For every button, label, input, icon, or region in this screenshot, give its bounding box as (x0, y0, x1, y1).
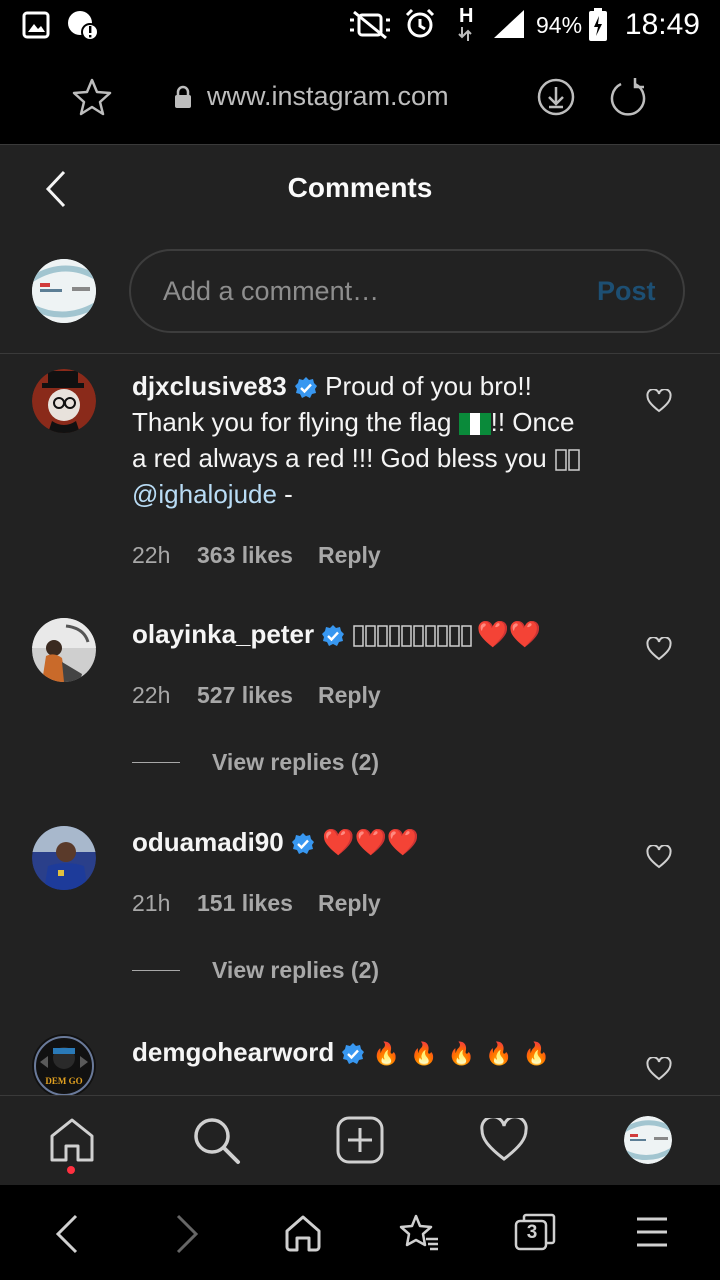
data-arrows-icon (458, 27, 472, 41)
comment-text: Thank you for flying the flag (132, 407, 452, 437)
comment-input-placeholder: Add a comment… (163, 276, 380, 306)
network-type: H (459, 5, 474, 27)
comment-likes[interactable]: 151 likes (197, 890, 293, 917)
reply-button[interactable]: Reply (318, 890, 381, 917)
comment-likes[interactable]: 363 likes (197, 542, 293, 569)
verified-badge-icon (321, 624, 345, 648)
reply-button[interactable]: Reply (318, 542, 381, 569)
verified-badge-icon (291, 832, 315, 856)
battery-icon (588, 8, 608, 42)
comments-header: Comments (0, 144, 720, 234)
instagram-bottom-nav (0, 1095, 720, 1186)
verified-badge-icon (294, 376, 318, 400)
unsupported-emoji-icons (352, 624, 477, 648)
like-heart-icon[interactable] (646, 845, 672, 869)
status-bar: H 94% 18:49 (0, 0, 720, 50)
battery-percent: 94% (536, 12, 583, 38)
tabs-count: 3 (526, 1222, 538, 1243)
comment-text: ❤️❤️ (476, 619, 542, 649)
replies-divider (132, 762, 180, 763)
comment-text: a red always a red !!! God bless you (132, 443, 547, 473)
signal-icon (492, 8, 526, 40)
reload-icon[interactable] (608, 77, 648, 117)
menu-icon[interactable] (635, 1215, 669, 1249)
alert-icon (66, 9, 102, 43)
commenter-avatar[interactable] (32, 369, 96, 433)
comment-likes[interactable]: 527 likes (197, 682, 293, 709)
commenter-avatar[interactable] (32, 618, 96, 682)
home-icon[interactable] (283, 1213, 323, 1253)
comment-item: oduamadi90 ❤️❤️❤️ 21h 151 likes Reply Vi… (0, 814, 720, 1024)
gallery-icon (22, 11, 50, 39)
comment-item: DEM GO demgohearword 🔥 🔥 🔥 🔥 🔥 (0, 1024, 720, 1095)
nigeria-flag-icon (458, 411, 491, 437)
browser-toolbar: www.instagram.com (0, 50, 720, 143)
comment-text: ❤️❤️❤️ (322, 827, 420, 857)
comment-time: 21h (132, 890, 171, 916)
comment-text: !! Once (490, 407, 575, 437)
mute-icon (346, 10, 394, 40)
comment-text: 🔥 🔥 🔥 🔥 🔥 (372, 1041, 553, 1066)
lock-icon (173, 85, 193, 109)
comment-time: 22h (132, 542, 171, 568)
add-post-icon[interactable] (336, 1116, 384, 1164)
like-heart-icon[interactable] (646, 389, 672, 413)
profile-avatar[interactable] (624, 1116, 672, 1164)
comment-username[interactable]: djxclusive83 (132, 371, 287, 401)
activity-heart-icon[interactable] (479, 1118, 529, 1162)
post-button[interactable]: Post (597, 276, 656, 307)
commenter-avatar[interactable] (32, 826, 96, 890)
commenter-avatar[interactable]: DEM GO (32, 1034, 96, 1095)
back-icon[interactable] (52, 1213, 82, 1255)
forward-icon[interactable] (172, 1213, 202, 1255)
comment-text: Proud of you bro!! (325, 371, 532, 401)
url-field[interactable]: www.instagram.com (207, 81, 449, 112)
verified-badge-icon (341, 1042, 365, 1066)
comment-item: olayinka_peter ❤️❤️ 22h 527 likes Reply … (0, 604, 720, 814)
like-heart-icon[interactable] (646, 637, 672, 661)
reply-button[interactable]: Reply (318, 682, 381, 709)
prayer-emoji-icon (554, 447, 582, 473)
view-replies-button[interactable]: View replies (2) (212, 749, 379, 776)
clock: 18:49 (624, 8, 700, 41)
alarm-icon (404, 8, 436, 40)
comment-username[interactable]: oduamadi90 (132, 827, 284, 857)
avatar-logo-text: DEM GO (45, 1076, 82, 1086)
comment-time: 22h (132, 682, 171, 708)
comment-username[interactable]: olayinka_peter (132, 619, 314, 649)
replies-divider (132, 970, 180, 971)
bookmarks-icon[interactable] (398, 1213, 440, 1253)
star-icon[interactable] (72, 77, 112, 117)
download-icon[interactable] (536, 77, 576, 117)
page-title: Comments (287, 172, 433, 203)
comment-composer: Add a comment… Post (0, 233, 720, 354)
comment-username[interactable]: demgohearword (132, 1037, 334, 1067)
browser-bottom-nav: 3 (0, 1185, 720, 1280)
home-icon[interactable] (48, 1116, 96, 1164)
view-replies-button[interactable]: View replies (2) (212, 957, 379, 984)
comment-text: - (276, 479, 293, 509)
like-heart-icon[interactable] (646, 1057, 672, 1081)
notification-dot (67, 1166, 75, 1174)
comments-list: djxclusive83 Proud of you bro!! Thank yo… (0, 354, 720, 1095)
current-user-avatar (32, 259, 96, 323)
comment-item: djxclusive83 Proud of you bro!! Thank yo… (0, 354, 720, 604)
search-icon[interactable] (192, 1116, 242, 1166)
mention-link[interactable]: @ighalojude (132, 479, 277, 509)
